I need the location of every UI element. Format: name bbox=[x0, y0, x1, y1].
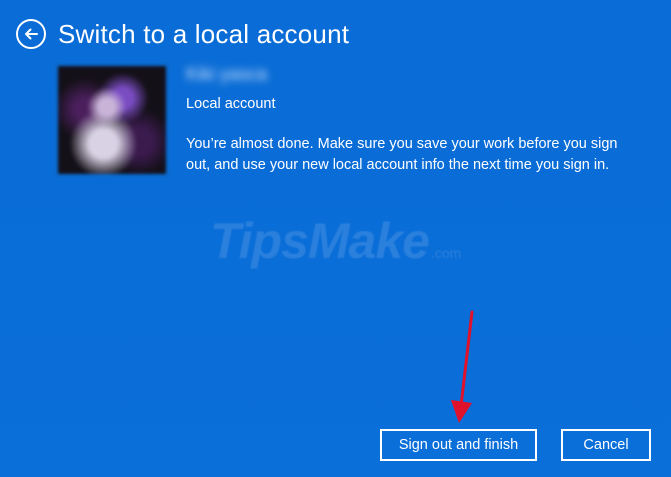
watermark: TipsMake .com bbox=[210, 212, 461, 270]
watermark-suffix: .com bbox=[430, 245, 462, 261]
annotation-arrow-icon bbox=[451, 310, 474, 423]
watermark-text: TipsMake bbox=[210, 213, 430, 269]
page-title: Switch to a local account bbox=[58, 18, 350, 49]
account-username: Kiki yasca bbox=[186, 64, 268, 84]
cancel-button[interactable]: Cancel bbox=[561, 429, 651, 461]
back-button[interactable] bbox=[16, 19, 46, 49]
avatar bbox=[58, 66, 166, 174]
account-info: Kiki yasca Local account You’re almost d… bbox=[186, 64, 646, 176]
account-type-label: Local account bbox=[186, 96, 276, 112]
instruction-message: You’re almost done. Make sure you save y… bbox=[186, 136, 618, 173]
local-account-dialog: Switch to a local account Kiki yasca Loc… bbox=[0, 0, 671, 477]
back-arrow-circle-icon bbox=[25, 28, 38, 40]
header: Switch to a local account bbox=[16, 16, 349, 52]
sign-out-and-finish-button[interactable]: Sign out and finish bbox=[380, 429, 537, 461]
